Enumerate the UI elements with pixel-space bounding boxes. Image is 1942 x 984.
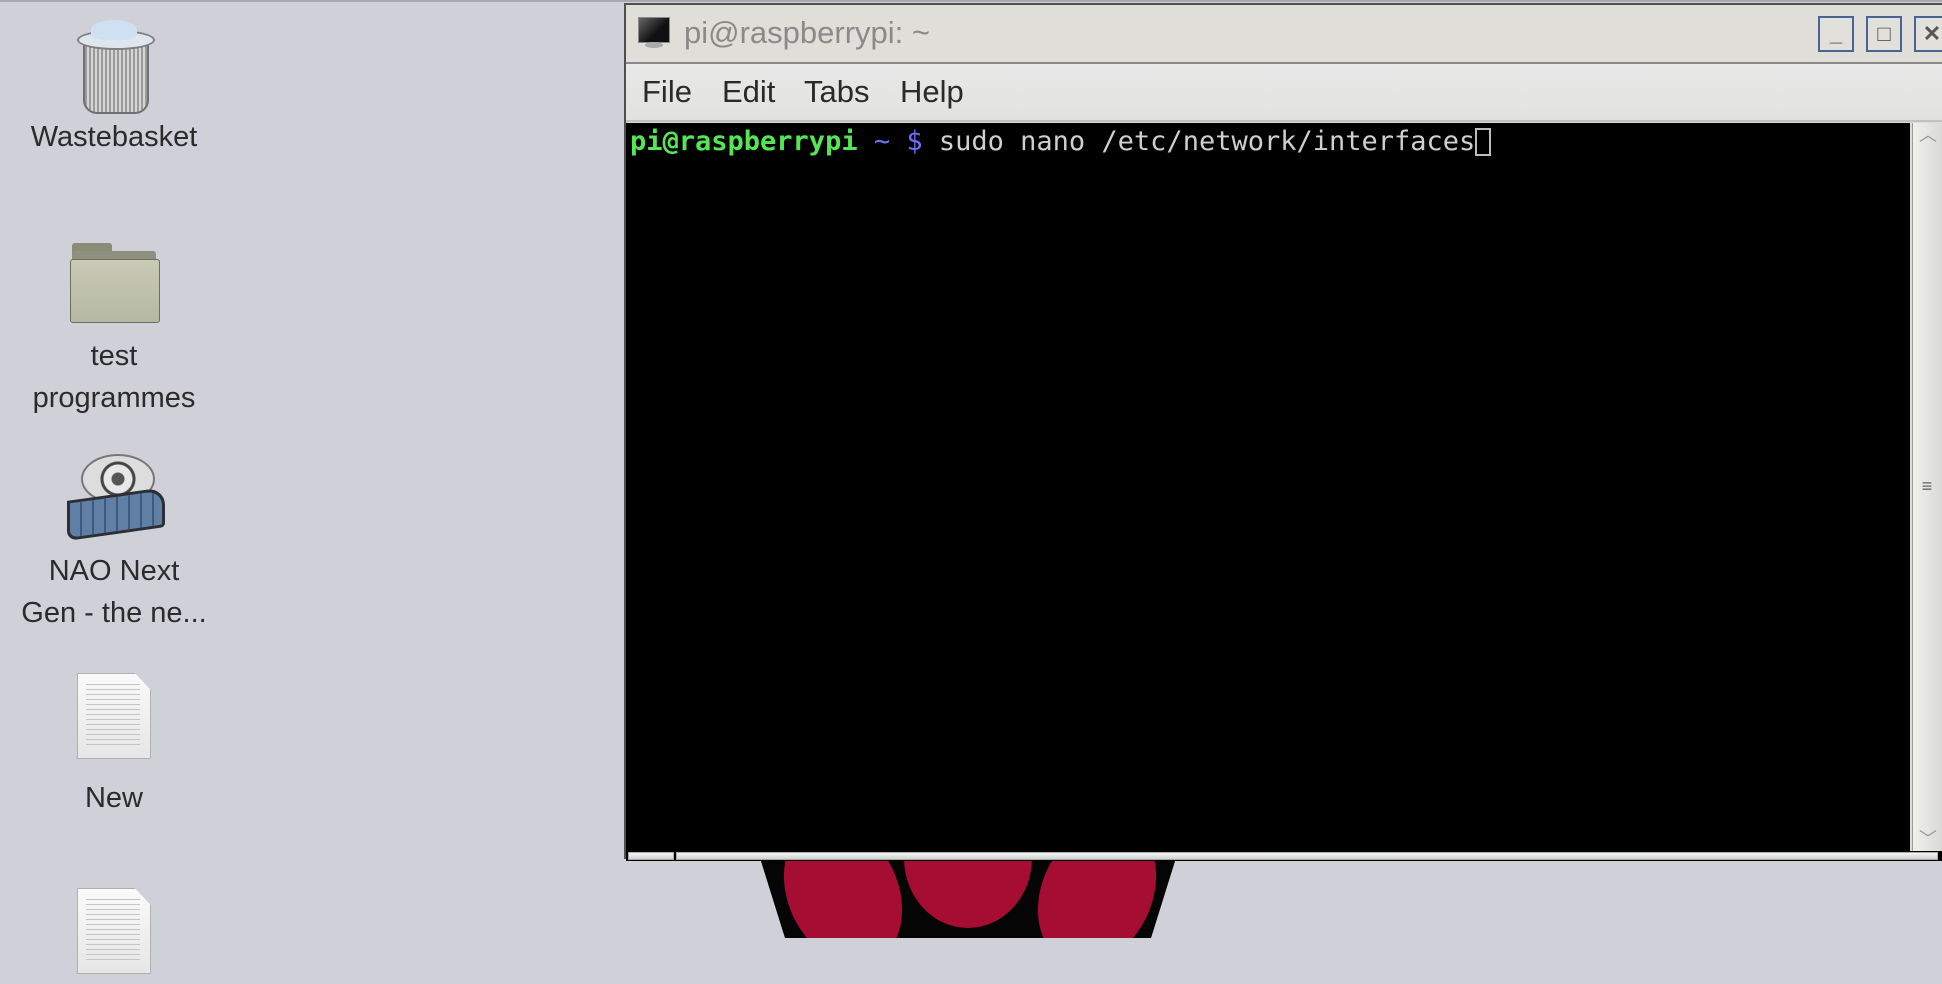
minimize-button[interactable]: _ [1818,16,1854,52]
window-titlebar[interactable]: pi@raspberrypi: ~ _ □ ✕ [626,5,1942,64]
menu-tabs[interactable]: Tabs [804,74,869,110]
window-title: pi@raspberrypi: ~ [684,15,930,50]
maximize-icon: □ [1877,21,1891,46]
video-file-icon [67,454,165,542]
desktop-icon-new[interactable]: New [0,673,228,819]
text-file-icon [77,888,151,974]
terminal-window: pi@raspberrypi: ~ _ □ ✕ File Edit Tabs H… [624,3,1942,861]
scroll-grip-icon[interactable]: ≡ [1919,477,1935,495]
text-cursor [1475,128,1492,156]
minimize-icon: _ [1829,21,1843,46]
maximize-button[interactable]: □ [1866,16,1902,52]
horizontal-scrollbar[interactable] [626,851,1942,861]
desktop-icon-label: New [84,782,143,814]
desktop-icon-label: Wastebasket [30,121,198,153]
scroll-left-segment[interactable] [628,852,674,860]
screen-top-edge [0,0,1942,2]
menu-edit[interactable]: Edit [722,74,775,110]
scroll-up-icon[interactable]: ︿ [1913,125,1942,145]
raspberry-pi-logo [760,858,1176,938]
text-file-icon [77,673,151,759]
desktop-icon-test-programmes[interactable]: test programmes [0,243,228,419]
terminal-icon [638,17,670,48]
desktop-icon-label: NAO Next Gen - the ne... [21,555,207,629]
desktop-icon-nao-video[interactable]: NAO Next Gen - the ne... [0,454,228,634]
horizontal-scroll-thumb[interactable] [676,852,1938,860]
desktop-icon-label: test programmes [32,340,196,414]
terminal-line: pi@raspberrypi ~ $ sudo nano /etc/networ… [630,126,1492,157]
command-text: sudo nano /etc/network/interfaces [938,126,1476,157]
close-icon: ✕ [1922,21,1942,46]
vertical-scrollbar[interactable]: ︿ ≡ ﹀ [1912,123,1942,851]
scroll-down-icon[interactable]: ﹀ [1913,829,1942,849]
prompt-path: ~ $ [857,126,939,157]
menu-bar: File Edit Tabs Help [626,64,1942,122]
menu-help[interactable]: Help [900,74,964,110]
folder-icon [70,243,160,323]
desktop-icon-wastebasket[interactable]: Wastebasket [0,20,228,158]
terminal-output[interactable]: pi@raspberrypi ~ $ sudo nano /etc/networ… [626,123,1910,851]
desktop-icon-file[interactable] [0,888,228,974]
close-button[interactable]: ✕ [1914,16,1942,52]
prompt-user: pi@raspberrypi [630,126,858,157]
trash-icon [77,20,155,114]
menu-file[interactable]: File [642,74,692,110]
